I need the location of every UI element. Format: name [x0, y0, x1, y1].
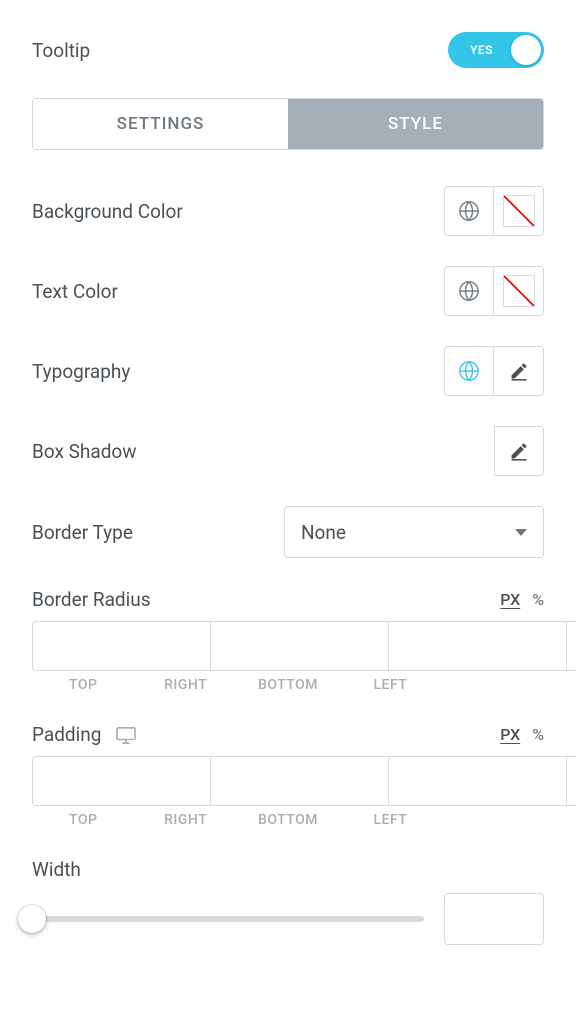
border-radius-bottom-input[interactable]: [389, 621, 567, 671]
slider-thumb[interactable]: [18, 905, 46, 933]
dim-label-right: RIGHT: [134, 812, 236, 828]
no-color-swatch: [503, 275, 535, 307]
section-title: Tooltip: [32, 39, 90, 62]
typography-global-button[interactable]: [444, 346, 494, 396]
toggle-label: YES: [470, 43, 493, 57]
padding-inputs: [32, 756, 544, 806]
box-shadow-edit-button[interactable]: [494, 426, 544, 476]
label-box-shadow: Box Shadow: [32, 440, 137, 463]
border-radius-right-input[interactable]: [211, 621, 389, 671]
border-radius-inputs: [32, 621, 544, 671]
border-type-value: None: [301, 521, 346, 544]
desktop-icon[interactable]: [115, 726, 137, 744]
tooltip-toggle[interactable]: YES: [448, 32, 544, 68]
dim-label-bottom: BOTTOM: [237, 812, 339, 828]
background-color-global-button[interactable]: [444, 186, 494, 236]
width-input[interactable]: [444, 893, 544, 945]
padding-left-input[interactable]: [567, 756, 576, 806]
toggle-knob: [511, 35, 541, 65]
unit-px[interactable]: PX: [500, 725, 520, 744]
unit-percent[interactable]: %: [532, 590, 544, 609]
pencil-icon: [509, 441, 529, 461]
chevron-down-icon: [515, 529, 527, 536]
dim-label-top: TOP: [32, 677, 134, 693]
padding-top-input[interactable]: [32, 756, 211, 806]
tabs: SETTINGS STYLE: [32, 98, 544, 150]
text-color-picker-button[interactable]: [494, 266, 544, 316]
globe-icon: [458, 360, 480, 382]
tab-settings[interactable]: SETTINGS: [33, 99, 288, 149]
unit-percent[interactable]: %: [532, 725, 544, 744]
pencil-icon: [509, 361, 529, 381]
border-radius-left-input[interactable]: [567, 621, 576, 671]
no-color-swatch: [503, 195, 535, 227]
background-color-picker-button[interactable]: [494, 186, 544, 236]
border-radius-top-input[interactable]: [32, 621, 211, 671]
dim-label-right: RIGHT: [134, 677, 236, 693]
label-text-color: Text Color: [32, 280, 118, 303]
dim-label-top: TOP: [32, 812, 134, 828]
globe-icon: [458, 200, 480, 222]
dim-label-left: LEFT: [339, 677, 441, 693]
label-background-color: Background Color: [32, 200, 183, 223]
unit-px[interactable]: PX: [500, 590, 520, 609]
label-border-radius: Border Radius: [32, 588, 151, 611]
padding-right-input[interactable]: [211, 756, 389, 806]
label-width: Width: [32, 858, 544, 881]
dim-label-left: LEFT: [339, 812, 441, 828]
label-typography: Typography: [32, 360, 130, 383]
padding-bottom-input[interactable]: [389, 756, 567, 806]
tab-style[interactable]: STYLE: [288, 99, 543, 149]
label-border-type: Border Type: [32, 521, 133, 544]
label-padding: Padding: [32, 723, 101, 746]
globe-icon: [458, 280, 480, 302]
dim-label-bottom: BOTTOM: [237, 677, 339, 693]
text-color-global-button[interactable]: [444, 266, 494, 316]
border-type-select[interactable]: None: [284, 506, 544, 558]
width-slider[interactable]: [32, 916, 424, 922]
typography-edit-button[interactable]: [494, 346, 544, 396]
